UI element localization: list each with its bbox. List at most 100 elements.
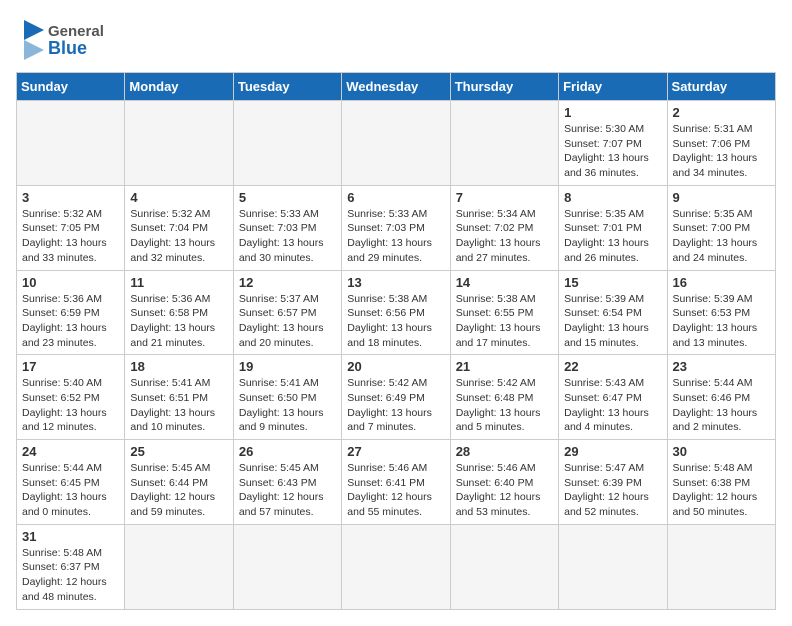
- calendar-cell: 25Sunrise: 5:45 AMSunset: 6:44 PMDayligh…: [125, 440, 233, 525]
- calendar-week-row: 17 Sunrise: 5:40 AMSunset: 6:52 PMDayligh…: [17, 355, 776, 440]
- day-number: 2: [673, 105, 770, 120]
- weekday-header: Saturday: [667, 73, 775, 101]
- day-number: 31: [22, 529, 119, 544]
- weekday-header: Tuesday: [233, 73, 341, 101]
- calendar-cell: [450, 101, 558, 186]
- day-info: Sunrise: 5:39 AMSunset: 6:54 PMDaylight:…: [564, 292, 661, 351]
- svg-text:Blue: Blue: [48, 38, 87, 58]
- day-info: Sunrise: 5:46 AMSunset: 6:40 PMDaylight:…: [456, 461, 553, 520]
- day-info: Sunrise: 5:32 AMSunset: 7:04 PMDaylight:…: [130, 207, 227, 266]
- calendar-cell: [17, 101, 125, 186]
- day-number: 26: [239, 444, 336, 459]
- day-info: Sunrise: 5:45 AMSunset: 6:43 PMDaylight:…: [239, 461, 336, 520]
- day-number: 8: [564, 190, 661, 205]
- calendar-cell: 29 Sunrise: 5:47 AMSunset: 6:39 PMDayligh…: [559, 440, 667, 525]
- day-number: 1: [564, 105, 661, 120]
- day-info: Sunrise: 5:41 AMSunset: 6:51 PMDaylight:…: [130, 376, 227, 435]
- day-info: Sunrise: 5:38 AMSunset: 6:56 PMDaylight:…: [347, 292, 444, 351]
- day-number: 7: [456, 190, 553, 205]
- day-number: 9: [673, 190, 770, 205]
- day-info: Sunrise: 5:33 AMSunset: 7:03 PMDaylight:…: [347, 207, 444, 266]
- day-number: 16: [673, 275, 770, 290]
- calendar-cell: 4 Sunrise: 5:32 AMSunset: 7:04 PMDaylight…: [125, 185, 233, 270]
- calendar-cell: 17 Sunrise: 5:40 AMSunset: 6:52 PMDayligh…: [17, 355, 125, 440]
- day-info: Sunrise: 5:30 AMSunset: 7:07 PMDaylight:…: [564, 122, 661, 181]
- calendar-cell: 21 Sunrise: 5:42 AMSunset: 6:48 PMDayligh…: [450, 355, 558, 440]
- day-number: 4: [130, 190, 227, 205]
- day-number: 11: [130, 275, 227, 290]
- day-number: 30: [673, 444, 770, 459]
- calendar-cell: 11 Sunrise: 5:36 AMSunset: 6:58 PMDayligh…: [125, 270, 233, 355]
- calendar-week-row: 31 Sunrise: 5:48 AMSunset: 6:37 PMDayligh…: [17, 524, 776, 609]
- logo: General Blue: [16, 16, 126, 60]
- day-info: Sunrise: 5:42 AMSunset: 6:49 PMDaylight:…: [347, 376, 444, 435]
- day-number: 17: [22, 359, 119, 374]
- day-info: Sunrise: 5:34 AMSunset: 7:02 PMDaylight:…: [456, 207, 553, 266]
- day-number: 18: [130, 359, 227, 374]
- weekday-header: Thursday: [450, 73, 558, 101]
- weekday-header: Sunday: [17, 73, 125, 101]
- day-info: Sunrise: 5:48 AMSunset: 6:38 PMDaylight:…: [673, 461, 770, 520]
- calendar-cell: 16 Sunrise: 5:39 AMSunset: 6:53 PMDayligh…: [667, 270, 775, 355]
- weekday-header: Wednesday: [342, 73, 450, 101]
- day-info: Sunrise: 5:44 AMSunset: 6:45 PMDaylight:…: [22, 461, 119, 520]
- header: General Blue: [16, 16, 776, 60]
- calendar-cell: 6Sunrise: 5:33 AMSunset: 7:03 PMDaylight…: [342, 185, 450, 270]
- day-number: 29: [564, 444, 661, 459]
- day-info: Sunrise: 5:33 AMSunset: 7:03 PMDaylight:…: [239, 207, 336, 266]
- day-number: 27: [347, 444, 444, 459]
- calendar-cell: 24 Sunrise: 5:44 AMSunset: 6:45 PMDayligh…: [17, 440, 125, 525]
- calendar-cell: 30 Sunrise: 5:48 AMSunset: 6:38 PMDayligh…: [667, 440, 775, 525]
- calendar-cell: 9 Sunrise: 5:35 AMSunset: 7:00 PMDaylight…: [667, 185, 775, 270]
- calendar-cell: 19Sunrise: 5:41 AMSunset: 6:50 PMDayligh…: [233, 355, 341, 440]
- day-number: 20: [347, 359, 444, 374]
- day-number: 14: [456, 275, 553, 290]
- day-number: 23: [673, 359, 770, 374]
- calendar-week-row: 24 Sunrise: 5:44 AMSunset: 6:45 PMDayligh…: [17, 440, 776, 525]
- day-info: Sunrise: 5:42 AMSunset: 6:48 PMDaylight:…: [456, 376, 553, 435]
- calendar-cell: 3Sunrise: 5:32 AMSunset: 7:05 PMDaylight…: [17, 185, 125, 270]
- day-number: 15: [564, 275, 661, 290]
- day-info: Sunrise: 5:45 AMSunset: 6:44 PMDaylight:…: [130, 461, 227, 520]
- day-info: Sunrise: 5:40 AMSunset: 6:52 PMDaylight:…: [22, 376, 119, 435]
- day-number: 21: [456, 359, 553, 374]
- day-info: Sunrise: 5:47 AMSunset: 6:39 PMDaylight:…: [564, 461, 661, 520]
- day-number: 28: [456, 444, 553, 459]
- day-info: Sunrise: 5:36 AMSunset: 6:58 PMDaylight:…: [130, 292, 227, 351]
- day-number: 10: [22, 275, 119, 290]
- calendar-cell: [233, 524, 341, 609]
- calendar-cell: 27Sunrise: 5:46 AMSunset: 6:41 PMDayligh…: [342, 440, 450, 525]
- calendar-cell: 14 Sunrise: 5:38 AMSunset: 6:55 PMDayligh…: [450, 270, 558, 355]
- day-number: 3: [22, 190, 119, 205]
- day-info: Sunrise: 5:48 AMSunset: 6:37 PMDaylight:…: [22, 546, 119, 605]
- day-info: Sunrise: 5:35 AMSunset: 7:01 PMDaylight:…: [564, 207, 661, 266]
- calendar-cell: [450, 524, 558, 609]
- day-info: Sunrise: 5:35 AMSunset: 7:00 PMDaylight:…: [673, 207, 770, 266]
- calendar-week-row: 10 Sunrise: 5:36 AMSunset: 6:59 PMDayligh…: [17, 270, 776, 355]
- day-info: Sunrise: 5:37 AMSunset: 6:57 PMDaylight:…: [239, 292, 336, 351]
- day-info: Sunrise: 5:31 AMSunset: 7:06 PMDaylight:…: [673, 122, 770, 181]
- calendar-cell: 26 Sunrise: 5:45 AMSunset: 6:43 PMDayligh…: [233, 440, 341, 525]
- day-info: Sunrise: 5:39 AMSunset: 6:53 PMDaylight:…: [673, 292, 770, 351]
- day-info: Sunrise: 5:36 AMSunset: 6:59 PMDaylight:…: [22, 292, 119, 351]
- calendar-cell: 28 Sunrise: 5:46 AMSunset: 6:40 PMDayligh…: [450, 440, 558, 525]
- calendar-cell: [559, 524, 667, 609]
- calendar-cell: 18 Sunrise: 5:41 AMSunset: 6:51 PMDayligh…: [125, 355, 233, 440]
- day-number: 24: [22, 444, 119, 459]
- calendar-cell: [667, 524, 775, 609]
- calendar-cell: 10 Sunrise: 5:36 AMSunset: 6:59 PMDayligh…: [17, 270, 125, 355]
- calendar-cell: 5 Sunrise: 5:33 AMSunset: 7:03 PMDaylight…: [233, 185, 341, 270]
- calendar-week-row: 1 Sunrise: 5:30 AMSunset: 7:07 PMDaylight…: [17, 101, 776, 186]
- weekday-header: Friday: [559, 73, 667, 101]
- day-info: Sunrise: 5:38 AMSunset: 6:55 PMDaylight:…: [456, 292, 553, 351]
- calendar-cell: 7 Sunrise: 5:34 AMSunset: 7:02 PMDaylight…: [450, 185, 558, 270]
- day-number: 12: [239, 275, 336, 290]
- calendar-cell: [233, 101, 341, 186]
- calendar-cell: 12 Sunrise: 5:37 AMSunset: 6:57 PMDayligh…: [233, 270, 341, 355]
- calendar-cell: [125, 524, 233, 609]
- calendar-cell: 23Sunrise: 5:44 AMSunset: 6:46 PMDayligh…: [667, 355, 775, 440]
- calendar-cell: [342, 101, 450, 186]
- calendar-cell: 8 Sunrise: 5:35 AMSunset: 7:01 PMDaylight…: [559, 185, 667, 270]
- calendar-cell: 22Sunrise: 5:43 AMSunset: 6:47 PMDayligh…: [559, 355, 667, 440]
- day-number: 5: [239, 190, 336, 205]
